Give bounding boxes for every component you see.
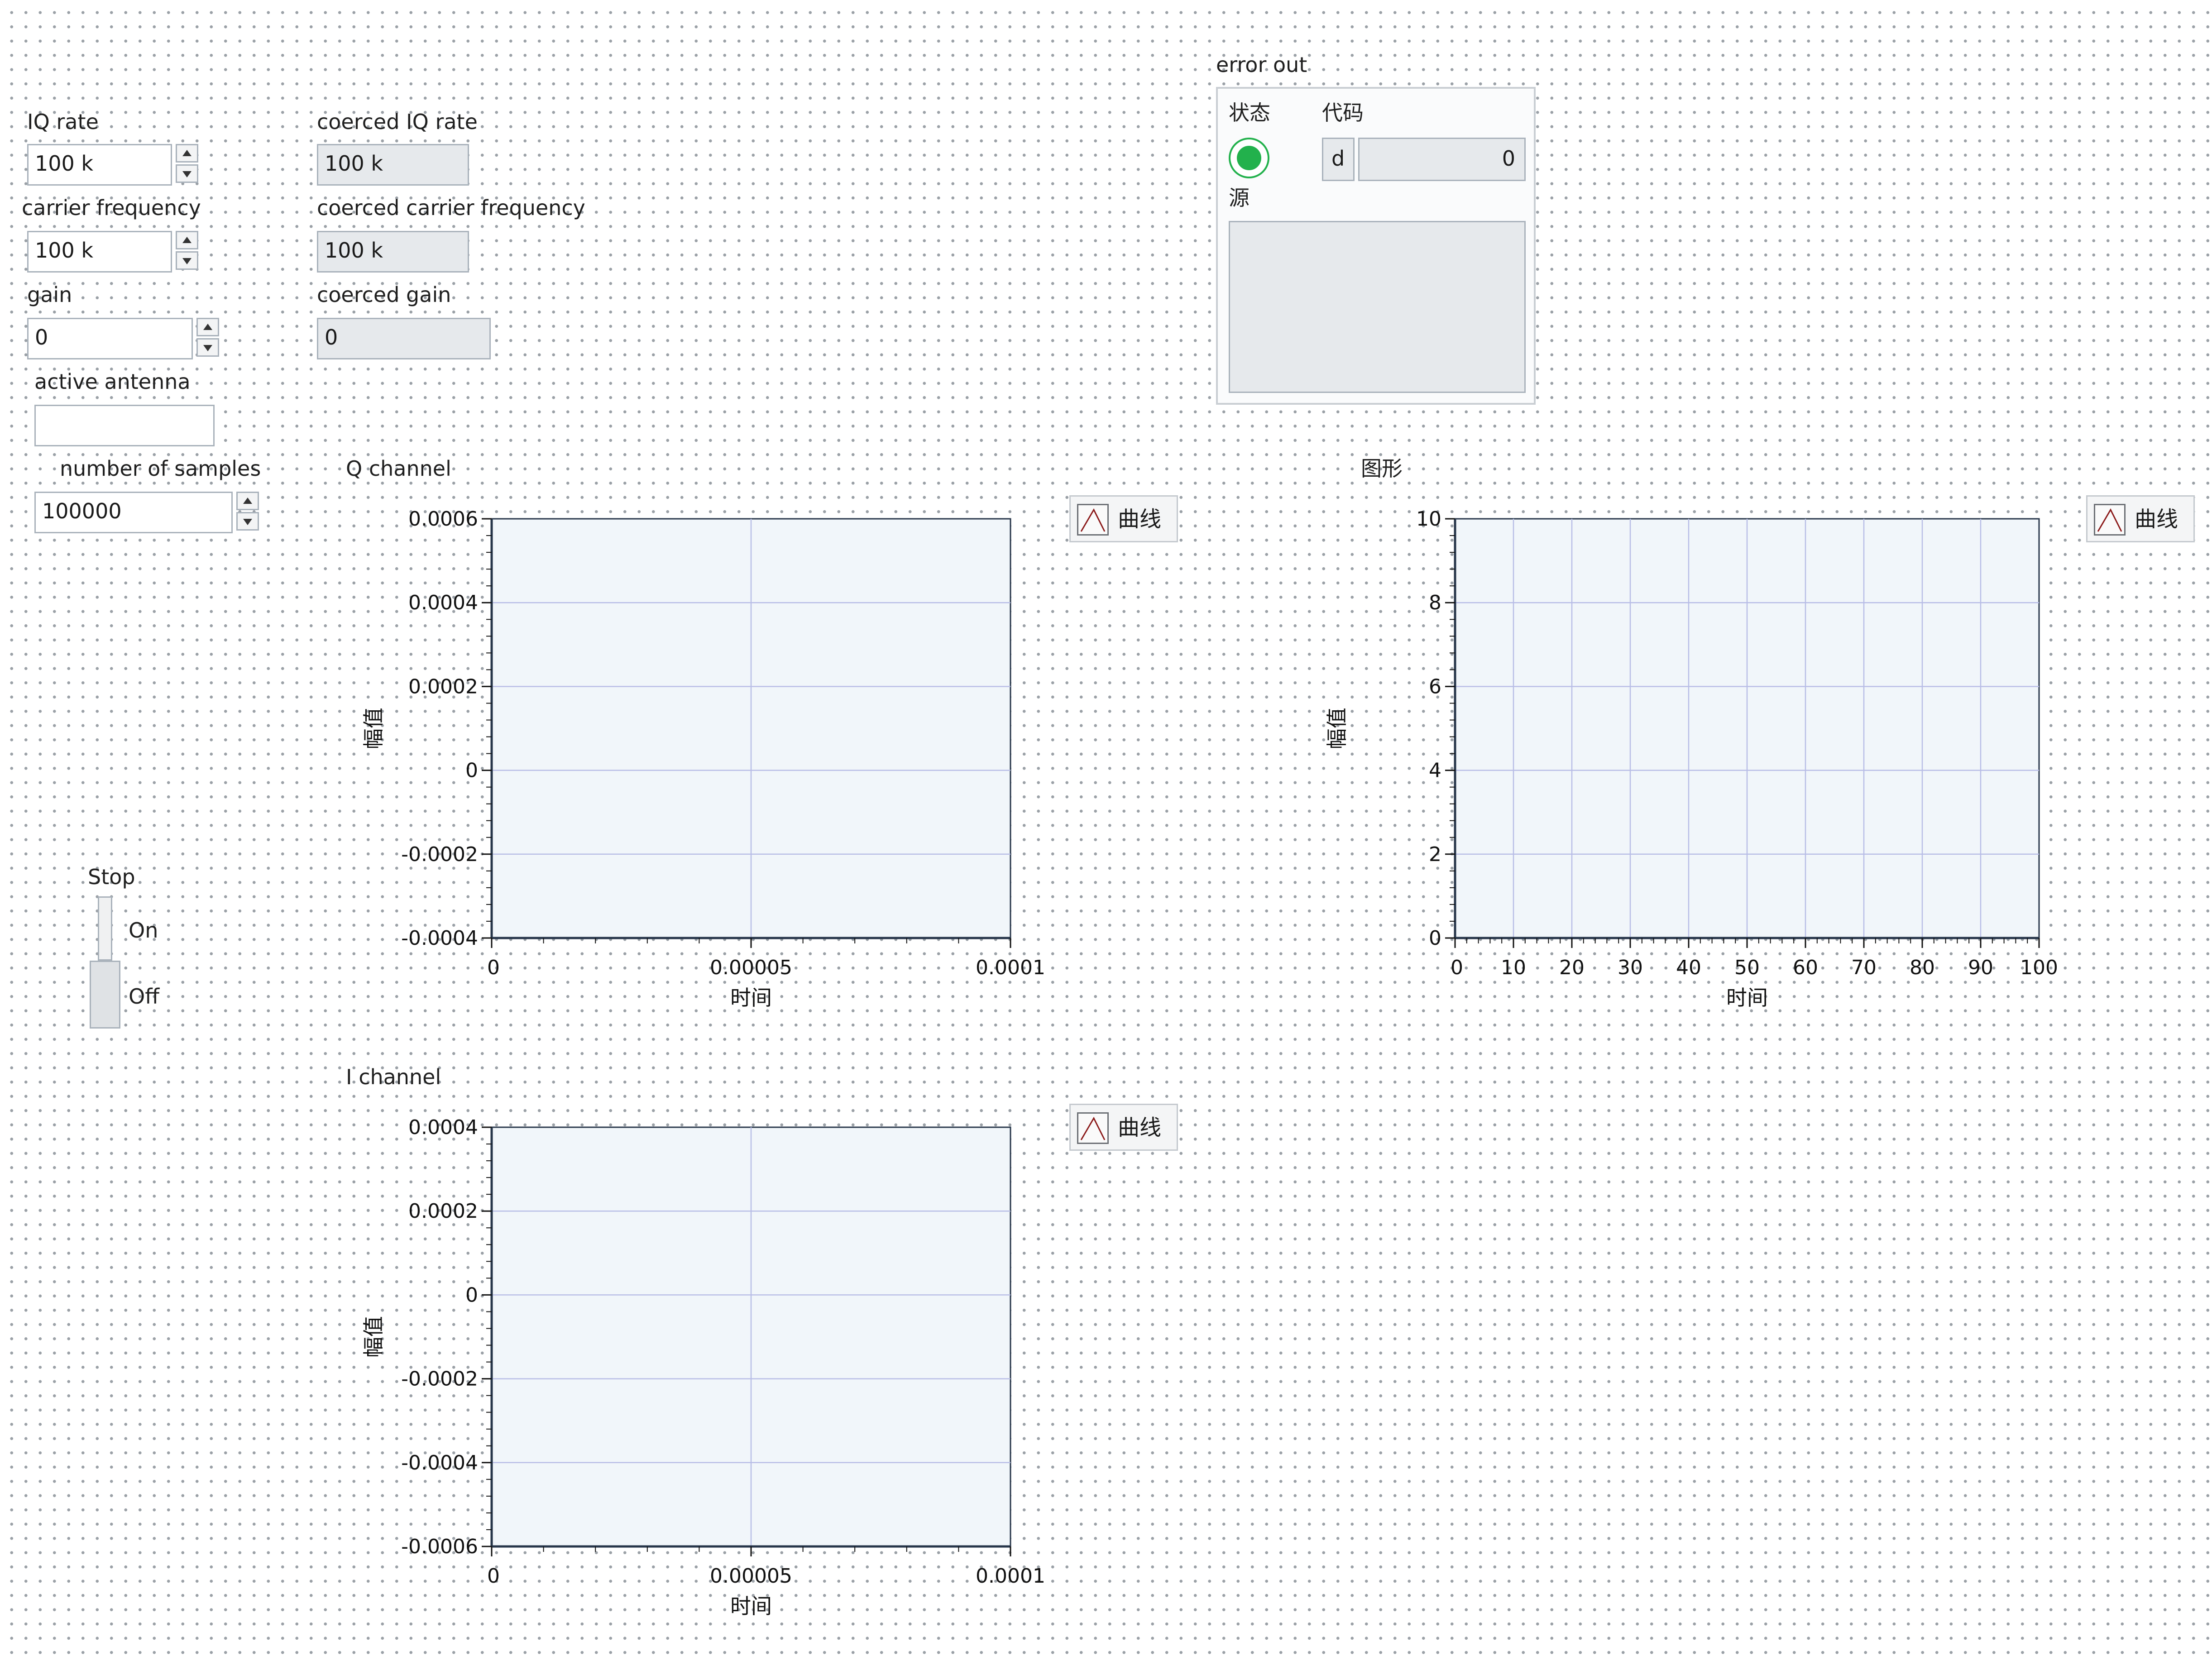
y-tick-label: -0.0002 — [401, 1368, 478, 1391]
plot-line-icon — [1077, 504, 1109, 536]
y-tick-label: 0 — [465, 1283, 478, 1307]
graph-legend[interactable]: 曲线 — [2086, 495, 2195, 542]
y-axis-title: 幅值 — [361, 1316, 386, 1358]
y-tick-label: 0.0004 — [408, 1116, 478, 1139]
i-channel-legend[interactable]: 曲线 — [1069, 1104, 1178, 1151]
y-tick-label: 0.0002 — [408, 1200, 478, 1223]
x-axis-title: 时间 — [730, 1594, 772, 1618]
legend-plot-name: 曲线 — [2135, 507, 2178, 532]
plot-line-icon — [1077, 1112, 1109, 1144]
plot-line-icon — [2094, 504, 2126, 536]
q-channel-legend[interactable]: 曲线 — [1069, 495, 1178, 542]
x-tick-label: 0.0001 — [976, 1565, 1045, 1588]
y-tick-label: -0.0006 — [401, 1535, 478, 1558]
i-channel-chart[interactable]: -0.0006 -0.0004 -0.0002 0 0.0002 0.0004 0 0.000… — [0, 0, 2212, 1656]
x-tick-label: 0 — [487, 1565, 500, 1588]
x-tick-label: 0.00005 — [710, 1565, 792, 1588]
y-tick-label: -0.0004 — [401, 1451, 478, 1474]
legend-plot-name: 曲线 — [1118, 1115, 1162, 1140]
legend-plot-name: 曲线 — [1118, 507, 1162, 532]
